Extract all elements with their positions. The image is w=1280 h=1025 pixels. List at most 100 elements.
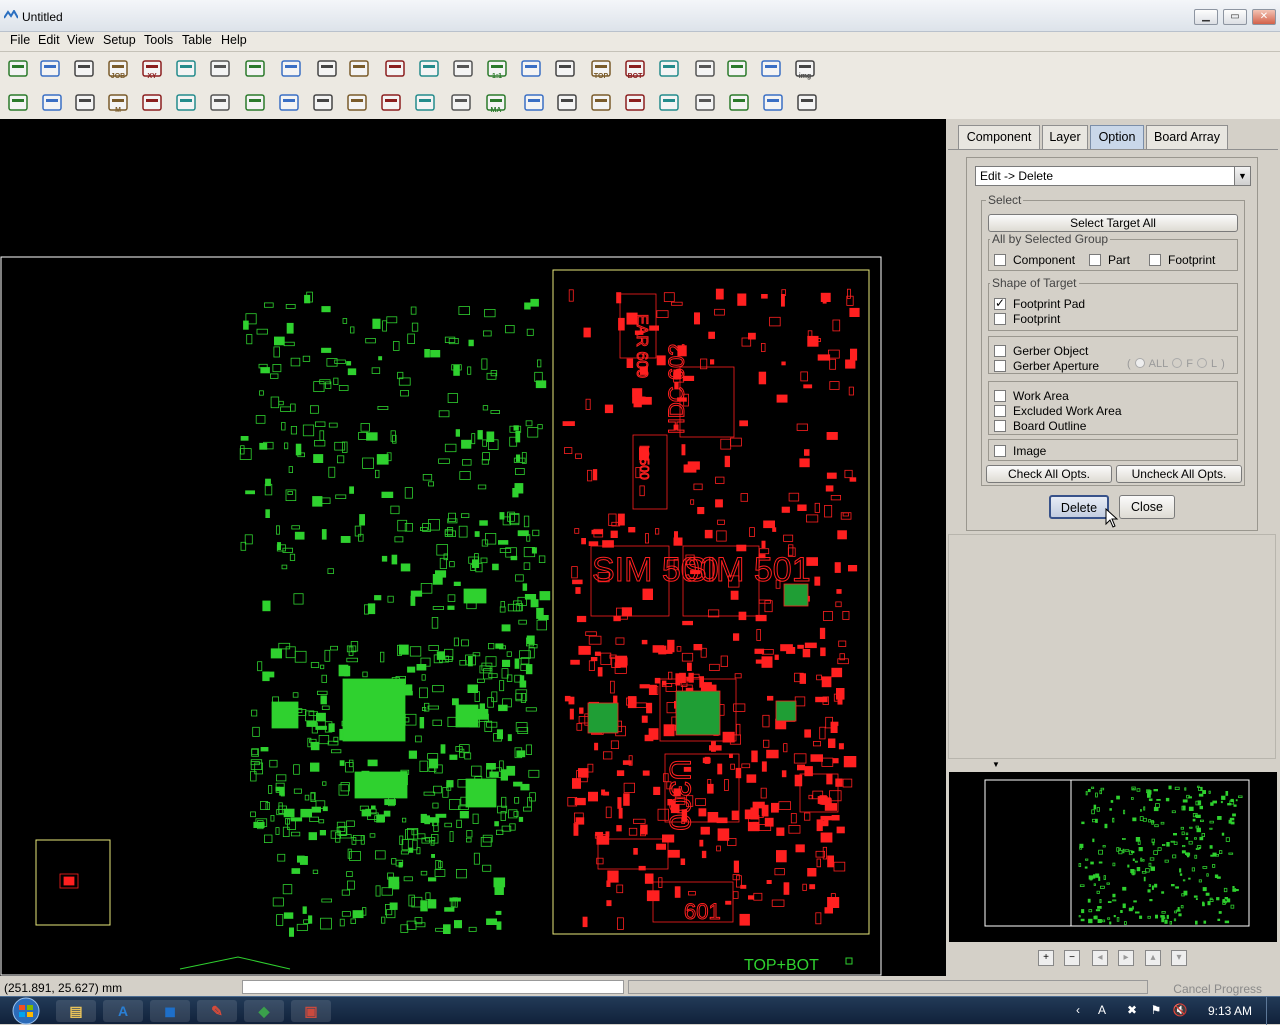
menu-tools[interactable]: Tools	[144, 32, 173, 52]
save-icon[interactable]	[71, 56, 97, 82]
tab-board-array[interactable]: Board Array	[1146, 125, 1228, 149]
pcb-drawing[interactable]: EAR 600 HDC 602LEDIC500SIM 500SIM 501U300…	[0, 119, 946, 976]
stack-icon[interactable]	[656, 90, 682, 116]
view-top-icon[interactable]: TOP	[588, 56, 614, 82]
paint-icon[interactable]: ✎	[197, 1000, 237, 1022]
excluded-work-area-checkbox[interactable]: Excluded Work Area	[994, 403, 1122, 418]
export-icon[interactable]	[207, 56, 233, 82]
explorer-icon[interactable]: ▤	[56, 1000, 96, 1022]
transfer-icon[interactable]	[378, 90, 404, 116]
pcb-canvas[interactable]: EAR 600 HDC 602 LED IC500 SIM 500 SIM 501 U300…	[0, 119, 946, 976]
group-part-checkbox[interactable]: Part	[1089, 252, 1130, 267]
array-icon[interactable]	[173, 90, 199, 116]
grid-icon[interactable]	[758, 56, 784, 82]
skew-icon[interactable]	[760, 90, 786, 116]
menu-view[interactable]: View	[67, 32, 94, 52]
zoom-in-mini-button[interactable]: +	[1038, 950, 1054, 966]
mode-select[interactable]: Edit -> Delete ▼	[975, 166, 1251, 186]
globe-icon[interactable]	[448, 90, 474, 116]
pattern-icon[interactable]	[344, 90, 370, 116]
menu-setup[interactable]: Setup	[103, 32, 136, 52]
zoom-in-icon[interactable]	[382, 56, 408, 82]
checkbox-box[interactable]	[1149, 253, 1161, 266]
checkbox-box-checked[interactable]	[994, 296, 1006, 310]
minimap-drawing[interactable]	[949, 772, 1277, 942]
work-area-checkbox[interactable]: Work Area	[994, 388, 1069, 403]
zoom-out-icon[interactable]	[416, 56, 442, 82]
mirror-icon[interactable]	[622, 90, 648, 116]
chip-gray-icon[interactable]	[310, 90, 336, 116]
pan-right-button[interactable]: ▸	[1118, 950, 1134, 966]
tray-flag-icon[interactable]: ⚑	[1148, 1003, 1164, 1019]
checkbox-box[interactable]	[994, 389, 1006, 402]
chevron-down-icon[interactable]: ▼	[1234, 167, 1250, 185]
tray-font-icon[interactable]: A	[1094, 1003, 1110, 1019]
zoom-out-mini-button[interactable]: −	[1064, 950, 1080, 966]
board-icon[interactable]	[242, 56, 268, 82]
gerber-object-checkbox[interactable]: Gerber Object	[994, 343, 1088, 358]
measure-icon[interactable]	[518, 56, 544, 82]
ma-icon[interactable]: MA	[483, 90, 509, 116]
checkbox-box[interactable]	[994, 344, 1006, 357]
delete-button[interactable]: Delete	[1049, 495, 1109, 519]
rotate-icon[interactable]	[588, 90, 614, 116]
menu-table[interactable]: Table	[182, 32, 212, 52]
marker-icon[interactable]: M	[105, 90, 131, 116]
select-target-all-button[interactable]: Select Target All	[988, 214, 1238, 232]
gerber-import-icon[interactable]	[173, 56, 199, 82]
checkbox-box[interactable]	[1089, 253, 1101, 266]
pan-left-button[interactable]: ◂	[1092, 950, 1108, 966]
checkbox-box[interactable]	[994, 444, 1006, 457]
group-component-checkbox[interactable]: Component	[994, 252, 1075, 267]
close-button[interactable]: Close	[1119, 495, 1175, 519]
pan-down-button[interactable]: ▾	[1171, 950, 1187, 966]
flip-icon[interactable]	[794, 90, 820, 116]
gerber-aperture-checkbox[interactable]: Gerber Aperture	[994, 358, 1099, 373]
align-right-icon[interactable]	[726, 90, 752, 116]
load-xy-icon[interactable]: XY	[139, 56, 165, 82]
check-all-opts-button[interactable]: Check All Opts.	[986, 465, 1112, 483]
mark-gray-icon[interactable]	[242, 90, 268, 116]
splitter-arrow-icon[interactable]: ▼	[992, 760, 1000, 769]
select-pick-icon[interactable]	[39, 90, 65, 116]
checkbox-box[interactable]	[994, 253, 1006, 266]
maximize-button[interactable]: ▭	[1223, 9, 1247, 25]
view-bot-icon[interactable]: BOT	[622, 56, 648, 82]
eraser-icon[interactable]	[724, 56, 750, 82]
rect-icon[interactable]	[72, 90, 98, 116]
aperture-l-radio[interactable]	[1196, 358, 1207, 368]
checkbox-box[interactable]	[994, 404, 1006, 417]
image-icon[interactable]: img	[792, 56, 818, 82]
multi-component-icon[interactable]	[207, 90, 233, 116]
tray-mute-icon[interactable]: 🔇	[1172, 1003, 1188, 1019]
origin-icon[interactable]	[412, 90, 438, 116]
ruler-icon[interactable]	[552, 56, 578, 82]
select-area-icon[interactable]	[5, 90, 31, 116]
checklist-icon[interactable]	[278, 56, 304, 82]
media-icon[interactable]: ▣	[291, 1000, 331, 1022]
uncheck-all-opts-button[interactable]: Uncheck All Opts.	[1116, 465, 1242, 483]
open-folder-icon[interactable]	[37, 56, 63, 82]
tray-expand-icon[interactable]: ‹	[1070, 1003, 1086, 1019]
zoom-fit-icon[interactable]	[450, 56, 476, 82]
dashboard-icon[interactable]: ◼	[150, 1000, 190, 1022]
tab-layer[interactable]: Layer	[1042, 125, 1088, 149]
shape-footprint-pad-checkbox[interactable]: Footprint Pad	[994, 296, 1085, 311]
tray-network-error-icon[interactable]: ✖	[1124, 1003, 1140, 1019]
checkbox-box[interactable]	[994, 419, 1006, 432]
load-job-icon[interactable]: JOB	[105, 56, 131, 82]
undo-icon[interactable]	[314, 56, 340, 82]
tab-option[interactable]: Option	[1090, 125, 1144, 149]
component-icon[interactable]	[139, 90, 165, 116]
zoom-actual-icon[interactable]: 1:1	[484, 56, 510, 82]
pcb-viewer-icon[interactable]: ◆	[244, 1000, 284, 1022]
shape-footprint-checkbox[interactable]: Footprint	[994, 311, 1060, 326]
board-outline-checkbox[interactable]: Board Outline	[994, 418, 1086, 433]
close-window-button[interactable]: ✕	[1252, 9, 1276, 25]
delete-layer-icon[interactable]	[521, 90, 547, 116]
clock[interactable]: 9:13 AM	[1208, 1004, 1252, 1018]
menu-help[interactable]: Help	[221, 32, 247, 52]
image-checkbox[interactable]: Image	[994, 443, 1046, 458]
font-app-icon[interactable]: A	[103, 1000, 143, 1022]
checkbox-box[interactable]	[994, 312, 1006, 325]
